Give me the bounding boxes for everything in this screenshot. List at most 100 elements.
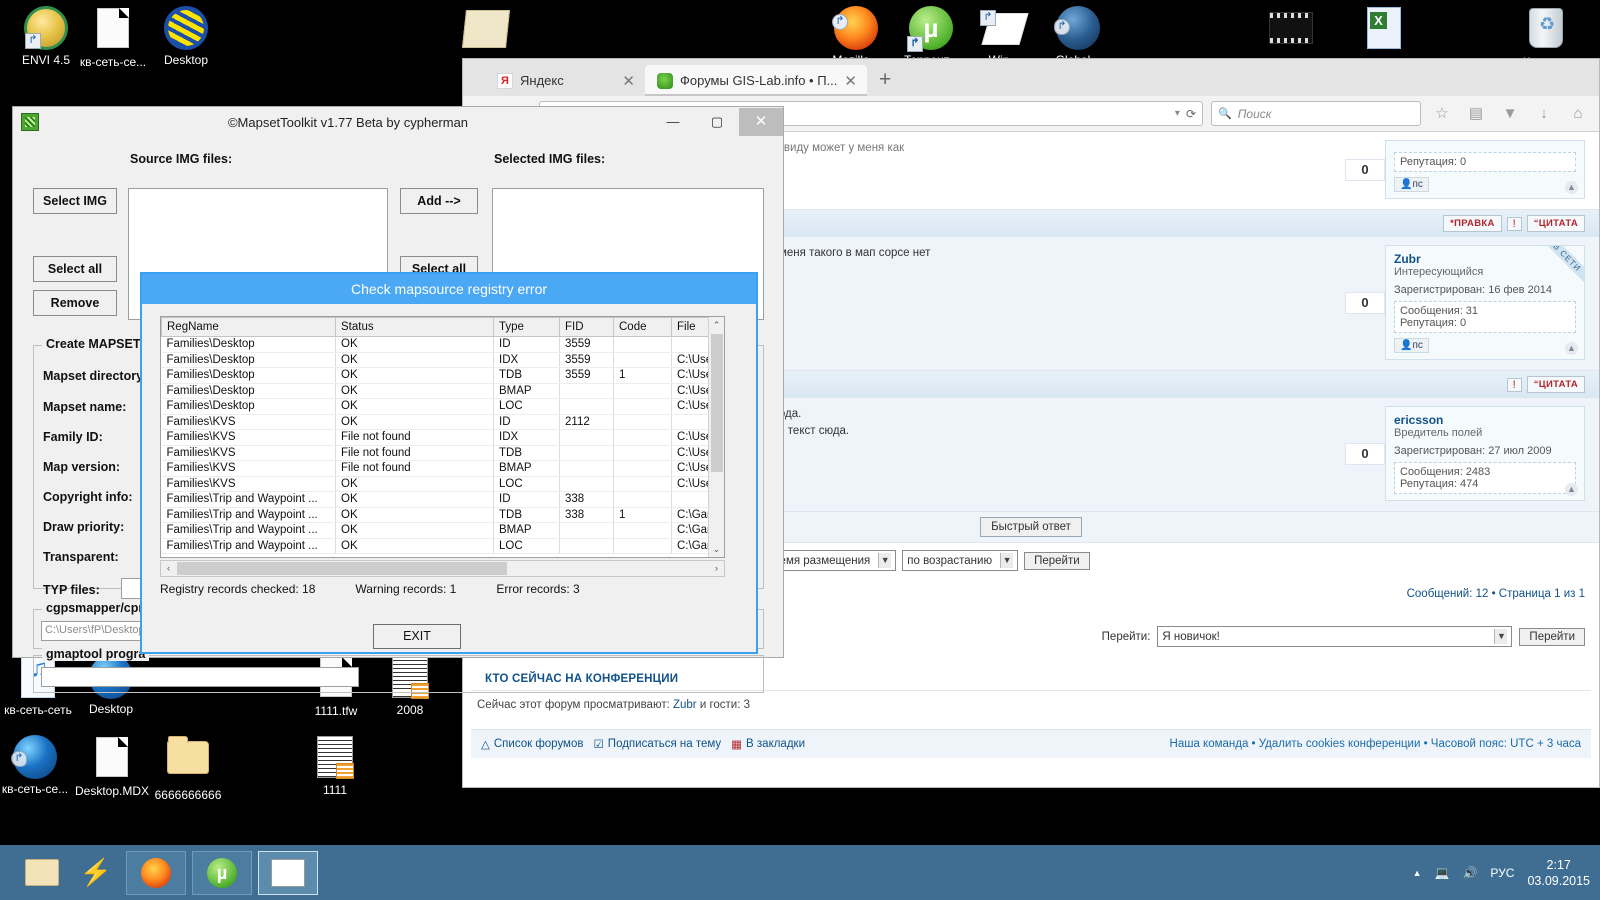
cell-type: IDX [494, 352, 560, 368]
table-row[interactable]: Families\DesktopOKBMAPC:\Users\f [162, 383, 726, 399]
scroll-top-icon[interactable]: ▲ [1565, 181, 1578, 194]
minimize-button[interactable]: — [651, 108, 695, 136]
desktop-icon-desktop-top[interactable]: Desktop [140, 6, 232, 67]
scroll-up-icon[interactable]: ⌃ [709, 317, 724, 333]
profile-name[interactable]: ericsson [1394, 413, 1576, 427]
table-row[interactable]: Families\KVSFile not foundIDXC:\Users\f [162, 430, 726, 446]
desktop-icon-excel[interactable] [1338, 6, 1430, 55]
browser-tab-gislab[interactable]: Форумы GIS-Lab.info • П... ✕ [645, 65, 867, 96]
quick-reply-button[interactable]: Быстрый ответ [980, 517, 1082, 537]
scroll-down-icon[interactable]: ⌄ [709, 541, 724, 557]
sort-order-select[interactable]: по возрастанию ▼ [902, 550, 1018, 571]
table-row[interactable]: Families\Trip and Waypoint ...OKBMAPC:\G… [162, 523, 726, 539]
utorrent-window-button[interactable]: µ [192, 851, 252, 895]
footer-links[interactable]: Наша команда • Удалить cookies конференц… [1170, 738, 1581, 750]
scroll-right-icon[interactable]: › [709, 561, 724, 576]
bookmarks-link[interactable]: В закладки [746, 738, 805, 750]
select-img-button[interactable]: Select IMG [33, 188, 117, 214]
close-icon[interactable]: ✕ [844, 72, 857, 90]
clock-date: 03.09.2015 [1527, 873, 1590, 889]
table-row[interactable]: Families\KVSOKLOCC:\Users\f [162, 476, 726, 492]
close-button[interactable]: ✕ [739, 108, 783, 136]
select-all-left-button[interactable]: Select all [33, 256, 117, 282]
scrollbar-thumb[interactable] [711, 334, 723, 472]
remove-left-button[interactable]: Remove [33, 290, 117, 316]
winamp-icon[interactable]: ⚡ [72, 851, 120, 895]
column-header-type[interactable]: Type [494, 318, 560, 337]
pocket-icon[interactable]: ▼ [1497, 102, 1523, 126]
table-row[interactable]: Families\KVSFile not foundTDBC:\Users\f [162, 445, 726, 461]
system-tray: ▲ 💻 🔊 РУС 2:17 03.09.2015 [1413, 845, 1590, 900]
chevron-down-icon[interactable]: ▾ [1175, 108, 1180, 119]
table-row[interactable]: Families\DesktopOKID3559 [162, 337, 726, 353]
exit-button[interactable]: EXIT [373, 624, 461, 649]
mapsettoolkit-window-button[interactable] [258, 851, 318, 895]
scroll-top-icon[interactable]: ▲ [1565, 483, 1578, 496]
table-row[interactable]: Families\DesktopOKIDX3559C:\Users\f [162, 352, 726, 368]
table-row[interactable]: Families\Trip and Waypoint ...OKLOCC:\Ga… [162, 538, 726, 554]
table-row[interactable]: Families\DesktopOKTDB35591C:\Users\f [162, 368, 726, 384]
search-input[interactable]: 🔍 Поиск [1211, 101, 1421, 126]
gmaptool-path-input[interactable] [41, 667, 359, 687]
sort-go-button[interactable]: Перейти [1024, 552, 1090, 570]
browser-tab-yandex[interactable]: Я Яндекс ✕ [485, 65, 645, 96]
column-header-regname[interactable]: RegName [162, 318, 336, 337]
pm-button[interactable]: 👤пс [1394, 177, 1429, 192]
close-icon[interactable]: ✕ [622, 72, 635, 90]
report-button[interactable]: ! [1507, 217, 1522, 231]
clock[interactable]: 2:17 03.09.2015 [1527, 857, 1590, 889]
table-row[interactable]: Families\KVSOKID2112 [162, 414, 726, 430]
maximize-button[interactable]: ▢ [695, 108, 739, 136]
table-row[interactable]: Families\KVSFile not foundBMAPC:\Users\f [162, 461, 726, 477]
cell-type: TDB [494, 445, 560, 461]
cell-fid: 3559 [560, 352, 614, 368]
jump-go-button[interactable]: Перейти [1519, 628, 1585, 646]
home-icon[interactable]: ⌂ [1565, 102, 1591, 126]
registry-table: RegName Status Type FID Code File Famili… [161, 317, 725, 554]
jump-select[interactable]: Я новичок! ▼ [1157, 626, 1512, 647]
network-icon[interactable]: 💻 [1435, 866, 1450, 880]
profile-name[interactable]: Zubr [1394, 252, 1576, 266]
forums-list-link[interactable]: Список форумов [494, 738, 584, 750]
language-indicator[interactable]: РУС [1490, 866, 1514, 880]
quote-button[interactable]: “ЦИТАТА [1527, 376, 1585, 393]
horizontal-scrollbar[interactable]: ‹ › [160, 560, 725, 577]
file-explorer-icon[interactable] [18, 851, 66, 895]
add-button[interactable]: Add --> [400, 188, 478, 214]
cell-type: ID [494, 414, 560, 430]
vertical-scrollbar[interactable]: ⌃ ⌄ [708, 317, 724, 557]
show-hidden-icons-button[interactable]: ▲ [1413, 868, 1422, 878]
scroll-left-icon[interactable]: ‹ [161, 561, 176, 576]
desktop-icon-1111[interactable]: 1111 [289, 735, 381, 797]
who-online-user[interactable]: Zubr [673, 699, 697, 711]
scrollbar-thumb[interactable] [177, 562, 507, 575]
table-row[interactable]: Families\Trip and Waypoint ...OKTDB3381C… [162, 507, 726, 523]
desktop-icon-open-folder[interactable] [440, 6, 532, 58]
new-tab-button[interactable]: + [867, 68, 903, 96]
blank-document-icon [90, 737, 134, 781]
table-row[interactable]: Families\DesktopOKLOCC:\Users\f [162, 399, 726, 415]
quote-button[interactable]: “ЦИТАТА [1527, 215, 1585, 232]
column-header-fid[interactable]: FID [560, 318, 614, 337]
volume-icon[interactable]: 🔊 [1462, 866, 1477, 880]
star-icon[interactable]: ☆ [1429, 102, 1455, 126]
subscribe-link[interactable]: Подписаться на тему [608, 738, 721, 750]
column-header-status[interactable]: Status [336, 318, 494, 337]
cell-status: OK [336, 507, 494, 523]
profile-stats: Сообщения: 31 Репутация: 0 [1394, 301, 1576, 333]
column-header-code[interactable]: Code [614, 318, 672, 337]
reader-icon[interactable]: ▤ [1463, 102, 1489, 126]
desktop-icon-folder6666[interactable]: 6666666666 [142, 735, 234, 802]
edit-button[interactable]: *ПРАВКА [1443, 215, 1502, 232]
reload-icon[interactable]: ⟳ [1186, 107, 1196, 121]
spreadsheet-icon [313, 736, 357, 780]
firefox-window-button[interactable] [126, 851, 186, 895]
report-button[interactable]: ! [1507, 378, 1522, 392]
cell-regname: Families\Desktop [162, 337, 336, 353]
cell-fid [560, 430, 614, 446]
download-icon[interactable]: ↓ [1531, 102, 1557, 126]
error-records: Error records: 3 [496, 582, 579, 596]
pm-button[interactable]: 👤пс [1394, 338, 1429, 353]
scroll-top-icon[interactable]: ▲ [1565, 342, 1578, 355]
table-row[interactable]: Families\Trip and Waypoint ...OKID338 [162, 492, 726, 508]
